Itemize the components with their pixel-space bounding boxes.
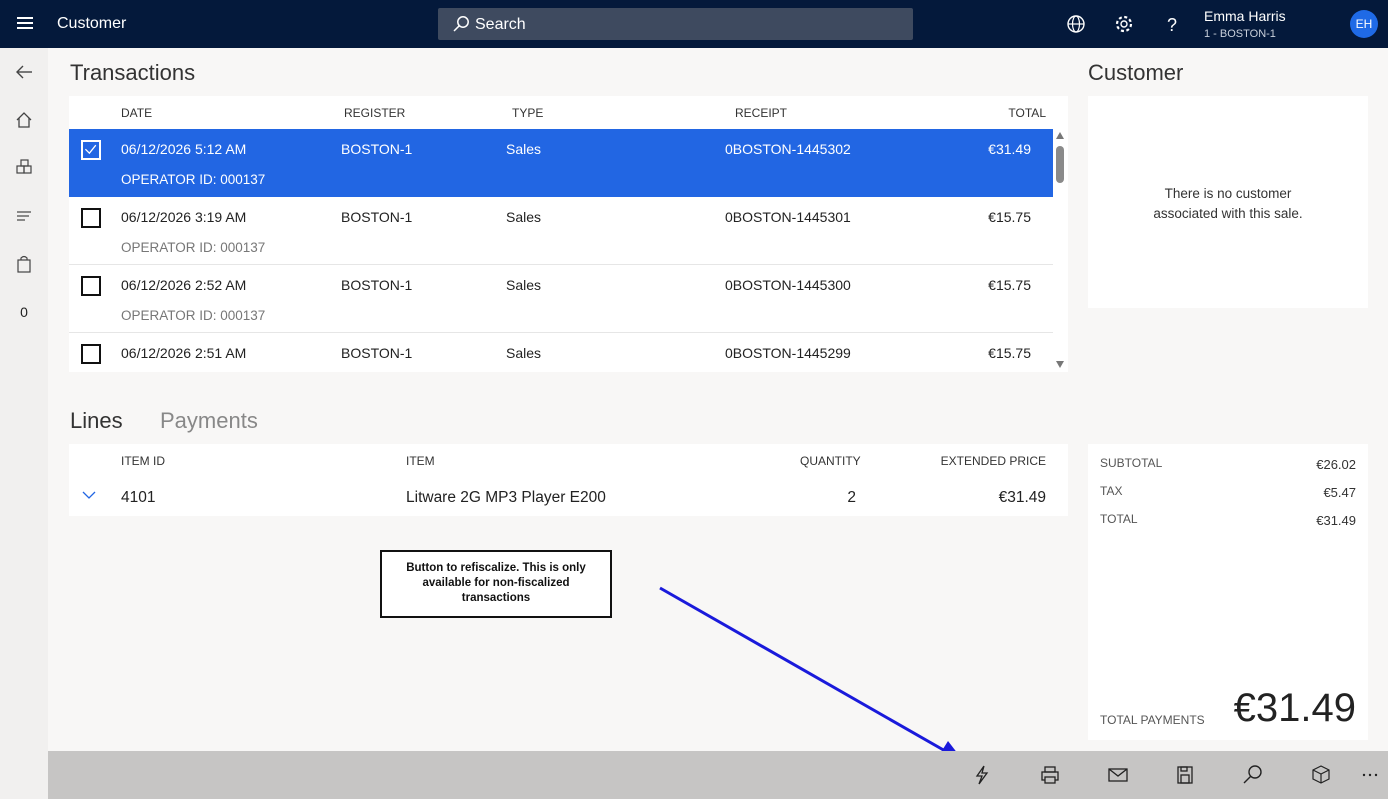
transaction-receipt: 0BOSTON-1445301: [725, 209, 851, 225]
transaction-type: Sales: [506, 277, 542, 293]
search-icon: [453, 16, 469, 32]
gear-icon[interactable]: [1113, 13, 1135, 35]
transaction-total: €31.49: [988, 141, 1031, 157]
transaction-type: Sales: [506, 209, 542, 225]
column-header-item[interactable]: ITEM: [406, 454, 435, 468]
operator-id: OPERATOR ID: 000137: [121, 308, 266, 323]
operator-id: OPERATOR ID: 000137: [121, 240, 266, 255]
print-icon[interactable]: [1038, 763, 1062, 787]
no-customer-line-2: associated with this sale.: [1153, 206, 1303, 221]
transaction-register: BOSTON-1: [341, 277, 413, 293]
back-arrow-icon[interactable]: [13, 61, 35, 83]
tab-payments[interactable]: Payments: [160, 408, 258, 434]
transaction-date: 06/12/2026 5:12 AM: [121, 141, 247, 157]
totals-panel: SUBTOTAL €26.02 TAX €5.47 TOTAL €31.49 T…: [1088, 444, 1368, 740]
line-row[interactable]: 4101 Litware 2G MP3 Player E200 2 €31.49: [69, 480, 1068, 516]
tax-label: TAX: [1100, 484, 1123, 498]
annotation-callout: Button to refiscalize. This is only avai…: [380, 550, 612, 618]
subtotal-label: SUBTOTAL: [1100, 456, 1163, 470]
total-value: €31.49: [1316, 513, 1356, 528]
more-icon[interactable]: [1358, 763, 1382, 787]
checkbox-checked-icon[interactable]: [81, 140, 101, 160]
transaction-row[interactable]: 06/12/2026 5:12 AM BOSTON-1 Sales 0BOSTO…: [69, 129, 1053, 197]
transaction-date: 06/12/2026 2:52 AM: [121, 277, 247, 293]
transaction-row[interactable]: 06/12/2026 2:52 AM BOSTON-1 Sales 0BOSTO…: [69, 265, 1053, 333]
transaction-total: €15.75: [988, 345, 1031, 361]
scroll-down-arrow[interactable]: [1056, 361, 1064, 368]
cart-count: 0: [20, 304, 28, 320]
scroll-up-arrow[interactable]: [1056, 132, 1064, 139]
list-icon[interactable]: [13, 205, 35, 227]
chevron-down-icon[interactable]: [82, 490, 96, 500]
search-placeholder: Search: [475, 16, 526, 33]
transaction-date: 06/12/2026 2:51 AM: [121, 345, 247, 361]
transaction-receipt: 0BOSTON-1445302: [725, 141, 851, 157]
svg-text:?: ?: [1167, 15, 1177, 35]
line-item-name: Litware 2G MP3 Player E200: [406, 489, 606, 506]
tab-lines[interactable]: Lines: [70, 408, 123, 434]
transaction-total: €15.75: [988, 209, 1031, 225]
transaction-total: €15.75: [988, 277, 1031, 293]
column-header-quantity[interactable]: QUANTITY: [800, 454, 861, 468]
no-customer-message: There is no customer associated with thi…: [1088, 184, 1368, 224]
column-header-type[interactable]: TYPE: [512, 106, 543, 120]
total-payments-value: €31.49: [1233, 686, 1356, 730]
return-icon[interactable]: [1309, 763, 1333, 787]
column-header-date[interactable]: DATE: [121, 106, 152, 120]
transaction-row[interactable]: 06/12/2026 2:51 AM BOSTON-1 Sales 0BOSTO…: [69, 333, 1053, 372]
checkbox[interactable]: [81, 276, 101, 296]
save-icon[interactable]: [1173, 763, 1197, 787]
user-store: 1 - BOSTON-1: [1204, 28, 1276, 40]
transaction-register: BOSTON-1: [341, 209, 413, 225]
column-header-receipt[interactable]: RECEIPT: [735, 106, 787, 120]
checkbox[interactable]: [81, 344, 101, 364]
hamburger-menu-icon[interactable]: [14, 14, 36, 34]
line-quantity: 2: [847, 489, 856, 506]
search-icon[interactable]: [1241, 763, 1265, 787]
transaction-type: Sales: [506, 141, 542, 157]
lines-grid: ITEM ID ITEM QUANTITY EXTENDED PRICE 410…: [69, 444, 1068, 516]
total-label: TOTAL: [1100, 512, 1138, 526]
checkbox[interactable]: [81, 208, 101, 228]
top-bar: Customer Search ? Emma Harris 1 - BOSTON…: [0, 0, 1388, 48]
left-nav: 0: [0, 48, 48, 799]
transaction-register: BOSTON-1: [341, 141, 413, 157]
shopping-bag-icon[interactable]: [13, 253, 35, 275]
avatar[interactable]: EH: [1350, 10, 1378, 38]
globe-icon[interactable]: [1065, 13, 1087, 35]
page-title: Customer: [57, 15, 127, 32]
transaction-date: 06/12/2026 3:19 AM: [121, 209, 247, 225]
line-price: €31.49: [998, 489, 1046, 506]
home-icon[interactable]: [13, 109, 35, 131]
transaction-row[interactable]: 06/12/2026 3:19 AM BOSTON-1 Sales 0BOSTO…: [69, 197, 1053, 265]
scrollbar-thumb[interactable]: [1056, 146, 1064, 183]
transactions-grid: DATE REGISTER TYPE RECEIPT TOTAL 06/12/2…: [69, 96, 1068, 372]
products-icon[interactable]: [13, 157, 35, 179]
total-payments-label: TOTAL PAYMENTS: [1100, 713, 1205, 727]
email-icon[interactable]: [1106, 763, 1130, 787]
column-header-extended-price[interactable]: EXTENDED PRICE: [941, 454, 1046, 468]
column-header-total[interactable]: TOTAL: [1008, 106, 1046, 120]
column-header-register[interactable]: REGISTER: [344, 106, 405, 120]
transaction-receipt: 0BOSTON-1445300: [725, 277, 851, 293]
refiscalize-icon[interactable]: [970, 763, 994, 787]
tax-value: €5.47: [1323, 485, 1356, 500]
no-customer-line-1: There is no customer: [1164, 186, 1292, 201]
line-item-id: 4101: [121, 489, 156, 506]
transactions-title: Transactions: [70, 60, 196, 85]
operator-id: OPERATOR ID: 000137: [121, 172, 266, 187]
transaction-register: BOSTON-1: [341, 345, 413, 361]
search-input[interactable]: Search: [438, 8, 913, 40]
subtotal-value: €26.02: [1316, 457, 1356, 472]
customer-title: Customer: [1088, 60, 1184, 85]
transaction-type: Sales: [506, 345, 542, 361]
transaction-receipt: 0BOSTON-1445299: [725, 345, 851, 361]
column-header-item-id[interactable]: ITEM ID: [121, 454, 165, 468]
user-name[interactable]: Emma Harris: [1204, 8, 1286, 24]
app-bar: [48, 751, 1388, 799]
help-icon[interactable]: ?: [1161, 13, 1183, 35]
